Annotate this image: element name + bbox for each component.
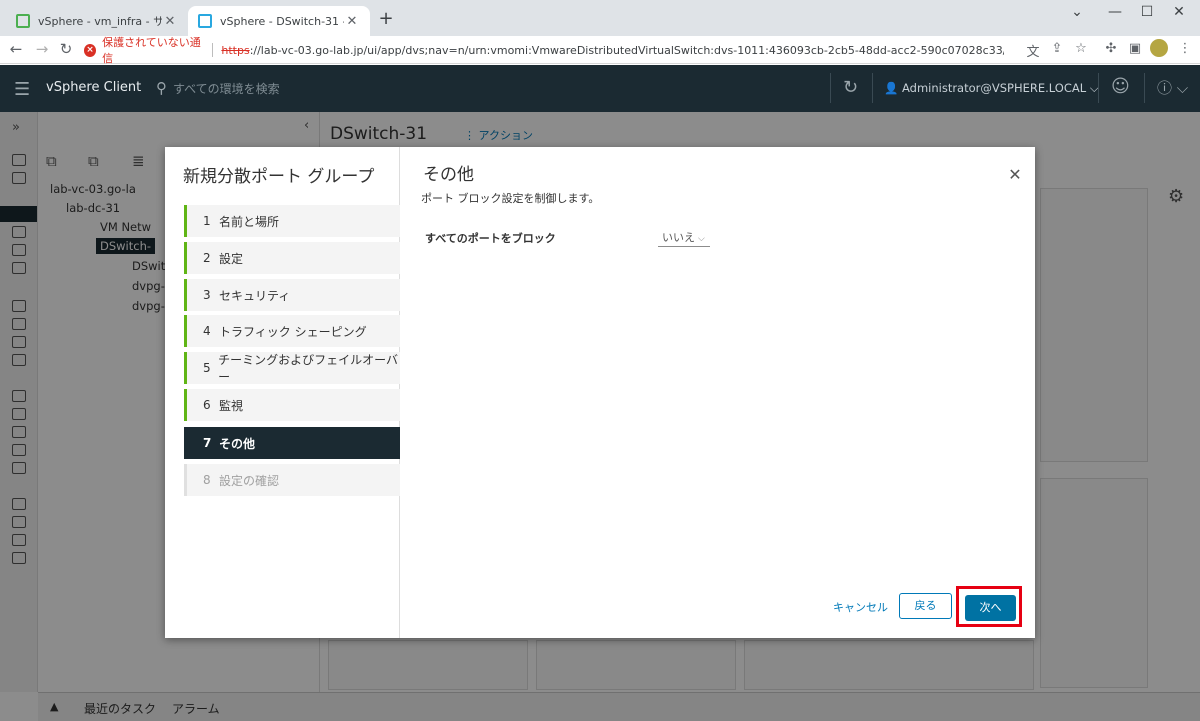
url-path: ://lab-vc-03.go-lab.jp/ui/app/dvs;nav=n/…	[249, 43, 1005, 57]
wizard-step-3[interactable]: 3 セキュリティ	[184, 279, 400, 311]
reload-icon[interactable]: ↻	[56, 40, 76, 58]
step-label: チーミングおよびフェイルオーバー	[218, 353, 399, 384]
profile-avatar[interactable]	[1150, 39, 1168, 57]
menu-hamburger-icon[interactable]: ☰	[14, 79, 30, 100]
step-number: 4	[203, 324, 211, 338]
translate-icon[interactable]: 文	[1024, 41, 1042, 60]
page-description: ポート ブロック設定を制御します。	[421, 192, 600, 205]
step-number: 5	[203, 361, 211, 375]
step-label: 名前と場所	[219, 214, 280, 229]
header-divider	[1144, 73, 1145, 103]
vsphere-favicon-icon	[16, 14, 30, 28]
side-panel-icon[interactable]: ▣	[1126, 41, 1144, 56]
back-button[interactable]: 戻る	[899, 593, 952, 619]
wizard-step-7[interactable]: 7 その他	[184, 427, 400, 459]
vsphere-header: ☰ vSphere Client ⚲ すべての環境を検索 ↻ 👤 Adminis…	[0, 65, 1200, 112]
step-label: 設定の確認	[219, 473, 280, 488]
step-label: トラフィック シェーピング	[219, 324, 367, 339]
wizard-step-5[interactable]: 5 チーミングおよびフェイルオーバー	[184, 352, 400, 384]
chevron-down-icon: ⌵	[698, 234, 705, 244]
vsphere-favicon-icon	[198, 14, 212, 28]
cancel-button[interactable]: キャンセル	[833, 599, 888, 615]
browser-tab[interactable]: vSphere - vm_infra - サマリ ✕	[6, 6, 188, 36]
step-label: 監視	[219, 398, 244, 413]
step-label: その他	[219, 436, 256, 451]
minimize-icon[interactable]: —	[1100, 4, 1130, 20]
header-divider	[872, 73, 873, 103]
forward-arrow-icon[interactable]: →	[32, 40, 52, 58]
insecure-warning-icon: ×	[84, 43, 97, 57]
wizard-step-2[interactable]: 2 設定	[184, 242, 400, 274]
bookmark-star-icon[interactable]: ☆	[1072, 41, 1090, 56]
extensions-icon[interactable]: ✣	[1102, 41, 1120, 56]
next-button[interactable]: 次へ	[965, 595, 1016, 621]
step-number: 8	[203, 473, 211, 487]
help-icon[interactable]: ⓘ ⌵	[1157, 77, 1188, 98]
url-divider	[212, 43, 214, 57]
header-divider	[830, 73, 831, 103]
wizard-step-6[interactable]: 6 監視	[184, 389, 400, 421]
wizard-title: 新規分散ポート グループ	[183, 167, 375, 187]
app-brand: vSphere Client	[46, 80, 142, 95]
new-portgroup-wizard: 新規分散ポート グループ 1 名前と場所 2 設定 3 セキュリティ 4 トラフィック …	[165, 147, 1035, 638]
url-scheme: https	[221, 43, 250, 57]
close-tab-icon[interactable]: ✕	[344, 14, 360, 29]
url-field[interactable]: × 保護されていない通信 https ://lab-vc-03.go-lab.j…	[84, 36, 1005, 65]
feedback-smiley-icon[interactable]: ☺	[1111, 76, 1130, 97]
user-icon: 👤	[884, 81, 902, 95]
wizard-step-4[interactable]: 4 トラフィック シェーピング	[184, 315, 400, 347]
user-name: Administrator@VSPHERE.LOCAL ⌵	[901, 81, 1099, 95]
window-close-icon[interactable]: ✕	[1164, 4, 1194, 20]
wizard-content-pane: その他 ポート ブロック設定を制御します。 ✕ すべてのポートをブロック いいえ…	[401, 147, 1035, 638]
next-button-highlight: 次へ	[956, 586, 1022, 627]
step-label: セキュリティ	[219, 288, 291, 303]
browser-tab-strip: vSphere - vm_infra - サマリ ✕ vSphere - DSw…	[0, 0, 1200, 36]
wizard-step-8: 8 設定の確認	[184, 464, 400, 496]
new-tab-button[interactable]: +	[376, 8, 396, 29]
browser-menu-icon[interactable]: ⋮	[1176, 41, 1194, 56]
refresh-icon[interactable]: ↻	[843, 77, 858, 98]
maximize-icon[interactable]: ☐	[1132, 4, 1162, 20]
block-all-ports-label: すべてのポートをブロック	[425, 232, 556, 245]
page-title: その他	[423, 165, 474, 185]
browser-tab-active[interactable]: vSphere - DSwitch-31 - サマリ ✕	[188, 6, 370, 36]
header-divider	[1098, 73, 1099, 103]
tab-search-icon[interactable]: ⌄	[1062, 4, 1092, 20]
browser-tab-title: vSphere - DSwitch-31 - サマリ	[220, 15, 344, 28]
search-placeholder: すべての環境を検索	[173, 81, 280, 96]
close-tab-icon[interactable]: ✕	[162, 14, 178, 29]
step-number: 6	[203, 398, 211, 412]
block-all-ports-select[interactable]: いいえ ⌵	[658, 229, 710, 247]
wizard-step-1[interactable]: 1 名前と場所	[184, 205, 400, 237]
browser-tab-title: vSphere - vm_infra - サマリ	[38, 15, 162, 28]
back-arrow-icon[interactable]: ←	[6, 40, 26, 58]
security-warning-text: 保護されていない通信	[102, 36, 201, 65]
step-number: 3	[203, 288, 211, 302]
step-label: 設定	[219, 251, 244, 266]
address-bar: ← → ↻ × 保護されていない通信 https ://lab-vc-03.go…	[0, 36, 1200, 65]
block-all-ports-value: いいえ	[662, 231, 695, 244]
close-icon[interactable]: ✕	[1007, 165, 1023, 184]
step-number: 1	[203, 214, 211, 228]
wizard-steps-pane: 新規分散ポート グループ 1 名前と場所 2 設定 3 セキュリティ 4 トラフィック …	[165, 147, 400, 638]
global-search[interactable]: ⚲ すべての環境を検索	[156, 79, 280, 97]
share-icon[interactable]: ⇪	[1048, 41, 1066, 56]
step-number: 2	[203, 251, 211, 265]
user-menu[interactable]: 👤 Administrator@VSPHERE.LOCAL ⌵	[884, 81, 1099, 96]
step-number: 7	[203, 436, 212, 450]
search-icon: ⚲	[156, 79, 167, 97]
